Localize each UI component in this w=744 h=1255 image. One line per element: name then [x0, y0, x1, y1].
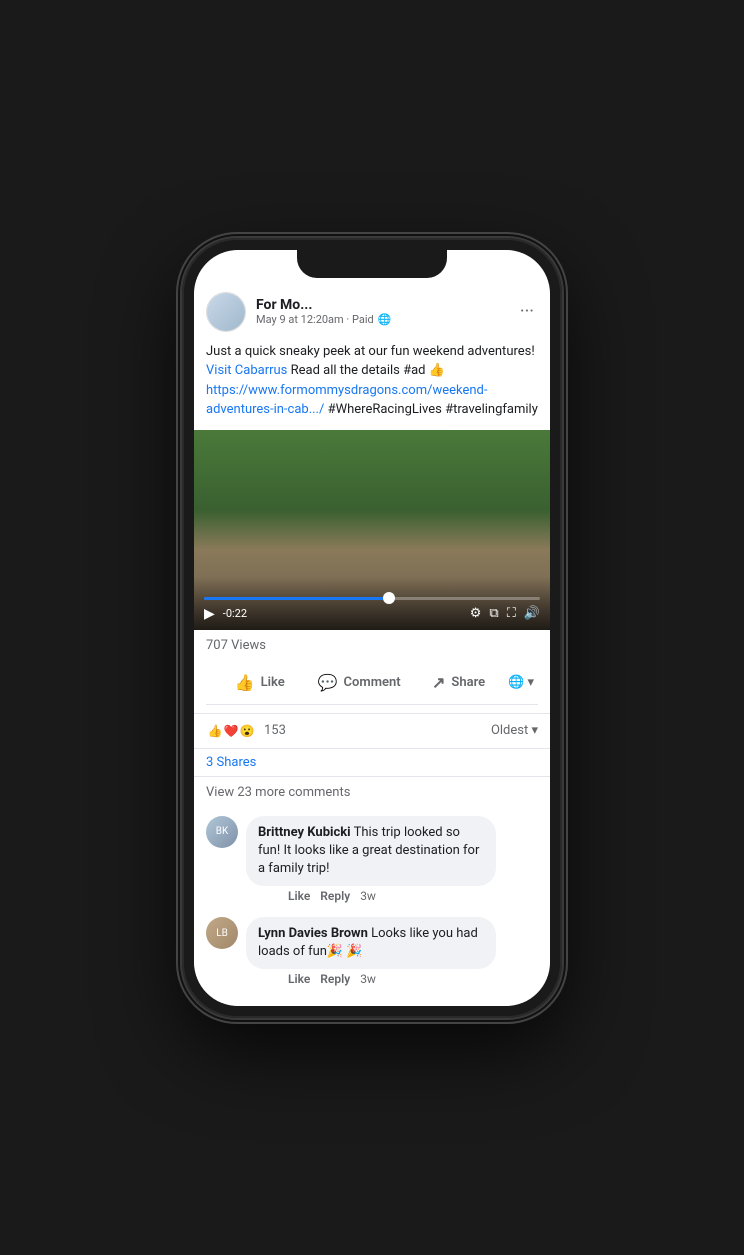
like-button[interactable]: 👍 Like — [210, 665, 309, 700]
like-icon: 👍 — [235, 673, 255, 692]
comment2-time: 3w — [360, 972, 376, 986]
progress-thumb — [383, 592, 395, 604]
share-label: Share — [451, 675, 485, 690]
comment2-bubble: Lynn Davies Brown Looks like you had loa… — [246, 917, 496, 969]
comment1-name[interactable]: Brittney Kubicki — [258, 825, 351, 840]
wow-emoji: 😮 — [238, 722, 256, 740]
settings-icon[interactable]: ⚙ — [470, 606, 482, 621]
comment2-avatar: LB — [206, 917, 238, 949]
reaction-count: 153 — [264, 723, 286, 738]
post1-avatar-image — [207, 293, 245, 331]
video-controls: ▶ -0:22 ⚙ ⧉ ⛶ 🔊 — [194, 577, 550, 630]
progress-bar[interactable] — [204, 597, 540, 600]
comment1-avatar: BK — [206, 816, 238, 848]
chevron-down-icon: ▾ — [527, 675, 534, 690]
like-label: Like — [261, 675, 285, 690]
post1-page-name[interactable]: For Mo... — [256, 297, 516, 313]
post1-header: For Mo... May 9 at 12:20am · Paid 🌐 ··· — [194, 282, 550, 338]
comment-button[interactable]: 💬 Comment — [309, 665, 408, 700]
play-button[interactable]: ▶ — [204, 606, 215, 622]
comment2-like-button[interactable]: Like — [288, 972, 310, 986]
pip-icon[interactable]: ⧉ — [489, 606, 498, 621]
notch — [297, 250, 447, 278]
comment-label: Comment — [344, 675, 401, 690]
post1-url[interactable]: https://www.formommysdragons.com/weekend… — [206, 383, 487, 418]
controls-left: ▶ -0:22 — [204, 606, 247, 622]
oldest-button[interactable]: Oldest ▾ — [491, 723, 538, 738]
time-display: -0:22 — [223, 607, 247, 620]
post1-meta: For Mo... May 9 at 12:20am · Paid 🌐 — [256, 297, 516, 326]
share-icon: ↗ — [432, 673, 445, 692]
screen-content[interactable]: For Mo... May 9 at 12:20am · Paid 🌐 ··· … — [194, 250, 550, 1006]
controls-row: ▶ -0:22 ⚙ ⧉ ⛶ 🔊 — [204, 606, 540, 622]
comment2-name[interactable]: Lynn Davies Brown — [258, 926, 368, 941]
globe-button[interactable]: 🌐 ▾ — [508, 675, 534, 690]
comment1-time: 3w — [360, 889, 376, 903]
post1-video[interactable]: ▶ -0:22 ⚙ ⧉ ⛶ 🔊 — [194, 430, 550, 630]
view-more-comments[interactable]: View 23 more comments — [194, 777, 550, 808]
post1-link[interactable]: Visit Cabarrus — [206, 363, 287, 378]
post1-avatar — [206, 292, 246, 332]
share-button[interactable]: ↗ Share — [409, 665, 508, 700]
fullscreen-icon[interactable]: ⛶ — [507, 606, 516, 621]
comment1-avatar-image: BK — [206, 816, 238, 848]
shares-row[interactable]: 3 Shares — [194, 749, 550, 777]
globe-icon: 🌐 — [378, 313, 392, 326]
post1-stats: 707 Views 👍 Like 💬 Comment ↗ — [194, 630, 550, 714]
comment2-content: Lynn Davies Brown Looks like you had loa… — [238, 917, 538, 990]
comment-section: BK Brittney Kubicki This trip looked so … — [194, 808, 550, 1006]
views-count: 707 Views — [206, 638, 538, 653]
controls-right: ⚙ ⧉ ⛶ 🔊 — [470, 606, 540, 621]
volume-icon[interactable]: 🔊 — [524, 606, 540, 621]
globe-icon-btn: 🌐 — [508, 675, 524, 690]
comment2-actions: Like Reply 3w — [288, 972, 538, 986]
progress-fill — [204, 597, 389, 600]
comment-icon: 💬 — [318, 673, 338, 692]
reaction-emojis: 👍 ❤️ 😮 153 — [206, 722, 286, 740]
comment1-bubble: Brittney Kubicki This trip looked so fun… — [246, 816, 496, 887]
action-bar: 👍 Like 💬 Comment ↗ Share 🌐 — [206, 661, 538, 705]
comment1-like-button[interactable]: Like — [288, 889, 310, 903]
phone-frame: For Mo... May 9 at 12:20am · Paid 🌐 ··· … — [182, 238, 562, 1018]
comment-1: BK Brittney Kubicki This trip looked so … — [206, 816, 538, 908]
comment1-actions: Like Reply 3w — [288, 889, 538, 903]
post1-time: May 9 at 12:20am · Paid 🌐 — [256, 313, 516, 326]
post-card-1: For Mo... May 9 at 12:20am · Paid 🌐 ··· … — [194, 250, 550, 1006]
comment1-content: Brittney Kubicki This trip looked so fun… — [238, 816, 538, 908]
comment2-avatar-image: LB — [206, 917, 238, 949]
comment1-reply-button[interactable]: Reply — [320, 889, 350, 903]
comment-2: LB Lynn Davies Brown Looks like you had … — [206, 917, 538, 990]
phone-screen: For Mo... May 9 at 12:20am · Paid 🌐 ··· … — [194, 250, 550, 1006]
reactions-row: 👍 ❤️ 😮 153 Oldest ▾ — [194, 714, 550, 749]
post1-text: Just a quick sneaky peek at our fun week… — [194, 338, 550, 430]
post1-more-button[interactable]: ··· — [516, 297, 538, 326]
comment2-reply-button[interactable]: Reply — [320, 972, 350, 986]
